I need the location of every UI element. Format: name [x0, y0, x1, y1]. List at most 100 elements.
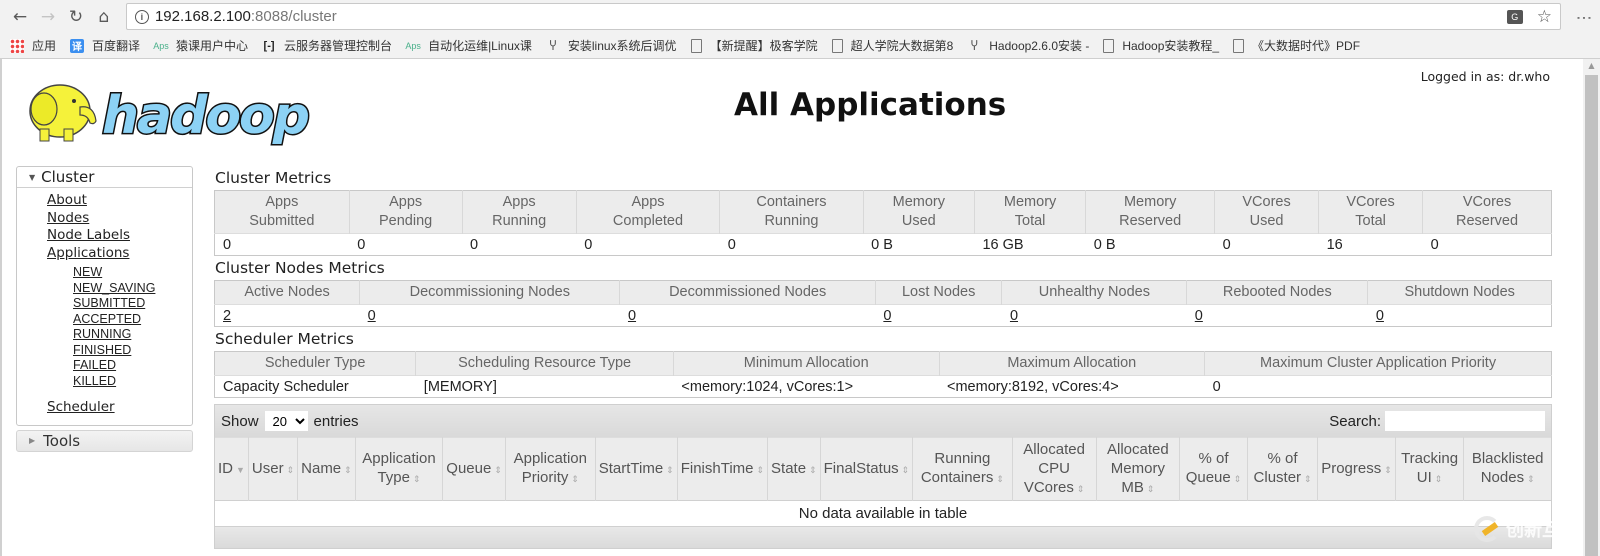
metric-header: Containers Running: [719, 190, 864, 234]
metric-header: Memory Used: [863, 190, 975, 234]
main-content: Cluster Metrics Apps Submitted Apps Pending…: [214, 166, 1552, 549]
state-link-accepted[interactable]: ACCEPTED: [73, 312, 192, 328]
hadoop-logo[interactable]: hadoop: [18, 71, 328, 151]
state-link-new[interactable]: NEW: [73, 265, 192, 281]
forward-button[interactable]: →: [34, 3, 62, 31]
column-header-id[interactable]: ID ▼: [215, 437, 249, 501]
node-metric-link[interactable]: 0: [1010, 308, 1018, 324]
search-input[interactable]: [1385, 411, 1545, 431]
page-scrollbar[interactable]: ▲: [1583, 59, 1600, 556]
node-metric-link[interactable]: 0: [1195, 308, 1203, 324]
url-host: 192.168.2.100: [154, 8, 251, 25]
column-header-user[interactable]: User ⇕: [248, 437, 299, 501]
sidebar-link-scheduler[interactable]: Scheduler: [47, 399, 192, 417]
arrow-right-icon: →: [40, 6, 56, 27]
translate-icon[interactable]: G: [1506, 9, 1523, 24]
sidebar-link-node-labels[interactable]: Node Labels: [47, 227, 192, 245]
column-header-allocated-memory-mb[interactable]: Allocated Memory MB ⇕: [1096, 437, 1181, 501]
metric-value: 0 B: [1085, 233, 1215, 256]
scheduler-metric-header: Scheduler Type: [214, 351, 417, 376]
metric-value: 0: [576, 233, 720, 256]
bookmark-item[interactable]: 应用: [10, 37, 56, 54]
watermark: 创新互联: [1474, 516, 1578, 542]
address-bar[interactable]: i 192.168.2.100:8088/cluster G ☆: [125, 3, 1562, 30]
metric-header: VCores Used: [1214, 190, 1320, 234]
bookmark-item[interactable]: 【新提醒】极客学院: [690, 37, 818, 54]
url-path: :8088/cluster: [250, 8, 337, 25]
bookmark-label: 《大数据时代》PDF: [1252, 39, 1361, 53]
link-icon: Ⴤ: [970, 38, 978, 53]
node-metric-cell: 0: [619, 304, 876, 327]
sort-icon: ⇕: [1527, 474, 1535, 484]
node-metric-link[interactable]: 0: [368, 308, 376, 324]
aps-icon: Aps: [405, 40, 421, 51]
scrollbar-thumb[interactable]: [1585, 75, 1598, 556]
sidebar-link-about[interactable]: About: [47, 192, 192, 210]
info-icon[interactable]: i: [134, 9, 149, 24]
reload-button[interactable]: ↻: [62, 3, 90, 31]
node-metric-header: Lost Nodes: [875, 280, 1003, 305]
bookmark-item[interactable]: [-] 云服务器管理控制台: [262, 37, 393, 54]
column-header-name[interactable]: Name ⇕: [297, 437, 356, 501]
home-button[interactable]: ⌂: [90, 3, 118, 31]
column-header-blacklisted-nodes[interactable]: Blacklisted Nodes ⇕: [1463, 437, 1551, 501]
bookmark-star-icon[interactable]: ☆: [1537, 7, 1552, 27]
node-metric-cell: 0: [875, 304, 1002, 327]
cluster-section-toggle[interactable]: ▼ Cluster: [17, 167, 192, 188]
node-metric-link[interactable]: 0: [1376, 308, 1384, 324]
state-link-finished[interactable]: FINISHED: [73, 343, 192, 359]
bookmark-item[interactable]: 超人学院大数据第8: [831, 37, 953, 54]
bookmark-label: 猿课用户中心: [176, 39, 249, 53]
node-metric-link[interactable]: 2: [223, 308, 231, 324]
bookmark-item[interactable]: 《大数据时代》PDF: [1233, 37, 1360, 54]
column-header-allocated-cpu-vcores[interactable]: Allocated CPU VCores ⇕: [1012, 437, 1097, 501]
bookmark-item[interactable]: Aps 猿课用户中心: [153, 37, 249, 54]
back-button[interactable]: ←: [6, 3, 34, 31]
bookmark-label: 百度翻译: [92, 39, 141, 53]
node-metric-cell: 0: [1186, 304, 1368, 327]
column-header-starttime[interactable]: StartTime ⇕: [595, 437, 678, 501]
column-header-running-containers[interactable]: Running Containers ⇕: [912, 437, 1013, 501]
sort-icon: ⇕: [344, 464, 352, 475]
column-header-finalstatus[interactable]: FinalStatus ⇕: [820, 437, 914, 501]
column-header-of-queue[interactable]: % of Queue ⇕: [1179, 437, 1248, 501]
bookmark-item[interactable]: Ⴤ Hadoop2.6.0安装 -: [967, 37, 1090, 54]
column-header-progress[interactable]: Progress ⇕: [1317, 437, 1396, 501]
bookmark-item[interactable]: Aps 自动化运维|Linux课: [405, 37, 532, 54]
state-link-submitted[interactable]: SUBMITTED: [73, 296, 192, 312]
node-metric-cell: 0: [359, 304, 620, 327]
node-metric-link[interactable]: 0: [883, 308, 891, 324]
scroll-up-icon[interactable]: ▲: [1583, 59, 1600, 73]
bookmark-item[interactable]: Ⴤ 安装linux系统后调优: [546, 37, 676, 54]
tools-section-toggle[interactable]: ▶ Tools: [16, 429, 193, 452]
document-icon: [1233, 38, 1245, 53]
node-metric-header: Decommissioning Nodes: [359, 280, 621, 305]
column-header-application-priority[interactable]: Application Priority ⇕: [505, 437, 596, 501]
scheduler-metric-value: Capacity Scheduler: [214, 375, 416, 398]
column-header-finishtime[interactable]: FinishTime ⇕: [677, 437, 769, 501]
bookmark-item[interactable]: 译百度翻译: [70, 37, 140, 54]
sidebar-link-nodes[interactable]: Nodes: [47, 210, 192, 228]
metric-header: Apps Pending: [349, 190, 463, 234]
sidebar-link-applications[interactable]: Applications: [47, 245, 192, 263]
menu-kebab-icon[interactable]: ⋮: [1575, 10, 1594, 23]
sort-icon: ⇕: [571, 474, 579, 484]
nodes-metrics-title: Cluster Nodes Metrics: [215, 259, 385, 277]
node-metric-header: Rebooted Nodes: [1186, 280, 1369, 305]
state-link-new-saving[interactable]: NEW_SAVING: [73, 281, 192, 297]
bookmark-item[interactable]: Hadoop安装教程_: [1103, 37, 1219, 54]
state-link-failed[interactable]: FAILED: [73, 358, 192, 374]
app-state-links: NEW NEW_SAVING SUBMITTED ACCEPTED RUNNIN…: [47, 262, 192, 389]
column-header-tracking-ui[interactable]: Tracking UI ⇕: [1395, 437, 1465, 501]
metric-header: Apps Running: [462, 190, 577, 234]
state-link-running[interactable]: RUNNING: [73, 327, 192, 343]
column-header-of-cluster[interactable]: % of Cluster ⇕: [1247, 437, 1319, 501]
column-header-queue[interactable]: Queue ⇕: [442, 437, 506, 501]
column-header-state[interactable]: State ⇕: [767, 437, 821, 501]
cloud-console-icon: [-]: [263, 39, 275, 52]
scheduler-metrics-title: Scheduler Metrics: [215, 330, 354, 348]
state-link-killed[interactable]: KILLED: [73, 374, 192, 390]
entries-select[interactable]: 20: [264, 411, 308, 431]
column-header-application-type[interactable]: Application Type ⇕: [355, 437, 444, 501]
node-metric-link[interactable]: 0: [628, 308, 636, 324]
